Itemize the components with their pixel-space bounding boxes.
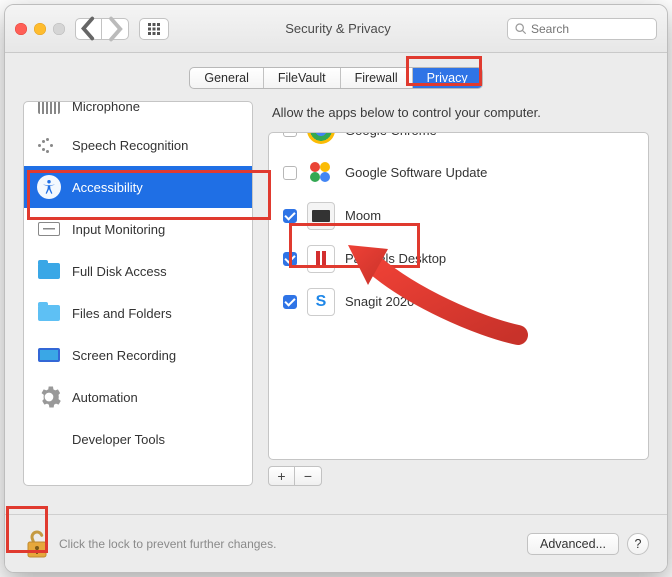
developer-tools-icon <box>36 426 62 452</box>
lock-note: Click the lock to prevent further change… <box>59 537 276 551</box>
window-title: Security & Privacy <box>179 21 497 36</box>
tab-general[interactable]: General <box>190 68 263 88</box>
close-window-button[interactable] <box>15 23 27 35</box>
app-checkbox[interactable] <box>283 166 297 180</box>
content-panes: Microphone Speech Recognition Accessibil… <box>5 101 667 501</box>
category-label: Files and Folders <box>72 306 172 321</box>
category-label: Developer Tools <box>72 432 165 447</box>
moom-icon <box>307 202 335 230</box>
app-checkbox[interactable] <box>283 132 297 137</box>
minimize-window-button[interactable] <box>34 23 46 35</box>
category-files-and-folders[interactable]: Files and Folders <box>24 292 252 334</box>
lock-button[interactable] <box>23 528 51 560</box>
preferences-window: Security & Privacy General FileVault Fir… <box>4 4 668 573</box>
zoom-window-button[interactable] <box>53 23 65 35</box>
category-label: Microphone <box>72 102 140 114</box>
app-row[interactable]: Google Chrome <box>269 133 648 151</box>
app-row[interactable]: S Snagit 2020 <box>269 280 648 323</box>
app-name: Google Chrome <box>345 132 437 138</box>
search-field[interactable] <box>507 18 657 40</box>
category-label: Automation <box>72 390 138 405</box>
category-label: Input Monitoring <box>72 222 165 237</box>
app-name: Google Software Update <box>345 165 487 180</box>
screen-recording-icon <box>36 342 62 368</box>
window-controls <box>15 23 65 35</box>
category-developer-tools[interactable]: Developer Tools <box>24 418 252 460</box>
speech-recognition-icon <box>36 132 62 158</box>
unlocked-lock-icon <box>23 528 51 560</box>
category-input-monitoring[interactable]: Input Monitoring <box>24 208 252 250</box>
tabs-row: General FileVault Firewall Privacy <box>5 53 667 101</box>
toolbar: Security & Privacy <box>5 5 667 53</box>
search-icon <box>514 22 527 35</box>
app-row[interactable]: Parallels Desktop <box>269 237 648 280</box>
app-checkbox[interactable] <box>283 209 297 223</box>
category-full-disk-access[interactable]: Full Disk Access <box>24 250 252 292</box>
show-all-button[interactable] <box>139 18 169 40</box>
remove-app-button[interactable]: − <box>295 467 321 485</box>
app-name: Snagit 2020 <box>345 294 414 309</box>
tab-firewall[interactable]: Firewall <box>341 68 413 88</box>
back-button[interactable] <box>76 19 102 39</box>
parallels-desktop-icon <box>307 245 335 273</box>
automation-icon <box>36 384 62 410</box>
app-list[interactable]: Google Chrome Google Software Update <box>268 132 649 460</box>
nav-back-forward <box>75 18 129 40</box>
app-row[interactable]: Moom <box>269 194 648 237</box>
category-accessibility[interactable]: Accessibility <box>24 166 252 208</box>
privacy-category-list[interactable]: Microphone Speech Recognition Accessibil… <box>23 101 253 486</box>
category-label: Accessibility <box>72 180 143 195</box>
category-screen-recording[interactable]: Screen Recording <box>24 334 252 376</box>
right-pane: Allow the apps below to control your com… <box>268 101 649 486</box>
category-microphone[interactable]: Microphone <box>24 102 252 124</box>
google-chrome-icon <box>307 132 335 144</box>
chevron-left-icon <box>76 16 101 41</box>
grid-icon <box>147 22 161 36</box>
advanced-button[interactable]: Advanced... <box>527 533 619 555</box>
help-button[interactable]: ? <box>627 533 649 555</box>
category-label: Full Disk Access <box>72 264 167 279</box>
files-and-folders-icon <box>36 300 62 326</box>
add-app-button[interactable]: + <box>269 467 295 485</box>
snagit-icon: S <box>307 288 335 316</box>
forward-button[interactable] <box>102 19 128 39</box>
tab-privacy[interactable]: Privacy <box>413 68 482 88</box>
category-automation[interactable]: Automation <box>24 376 252 418</box>
app-checkbox[interactable] <box>283 295 297 309</box>
allow-description: Allow the apps below to control your com… <box>272 105 649 120</box>
accessibility-icon <box>36 174 62 200</box>
search-input[interactable] <box>531 22 650 36</box>
app-name: Parallels Desktop <box>345 251 446 266</box>
footer: Click the lock to prevent further change… <box>5 514 667 572</box>
full-disk-access-icon <box>36 258 62 284</box>
google-software-update-icon <box>307 159 335 187</box>
add-remove-control: + − <box>268 466 322 486</box>
chevron-right-icon <box>102 16 128 42</box>
category-speech-recognition[interactable]: Speech Recognition <box>24 124 252 166</box>
app-checkbox[interactable] <box>283 252 297 266</box>
category-label: Screen Recording <box>72 348 176 363</box>
tabs: General FileVault Firewall Privacy <box>189 67 482 89</box>
category-label: Speech Recognition <box>72 138 188 153</box>
input-monitoring-icon <box>36 216 62 242</box>
app-row[interactable]: Google Software Update <box>269 151 648 194</box>
microphone-icon <box>36 102 62 119</box>
tab-filevault[interactable]: FileVault <box>264 68 341 88</box>
app-name: Moom <box>345 208 381 223</box>
